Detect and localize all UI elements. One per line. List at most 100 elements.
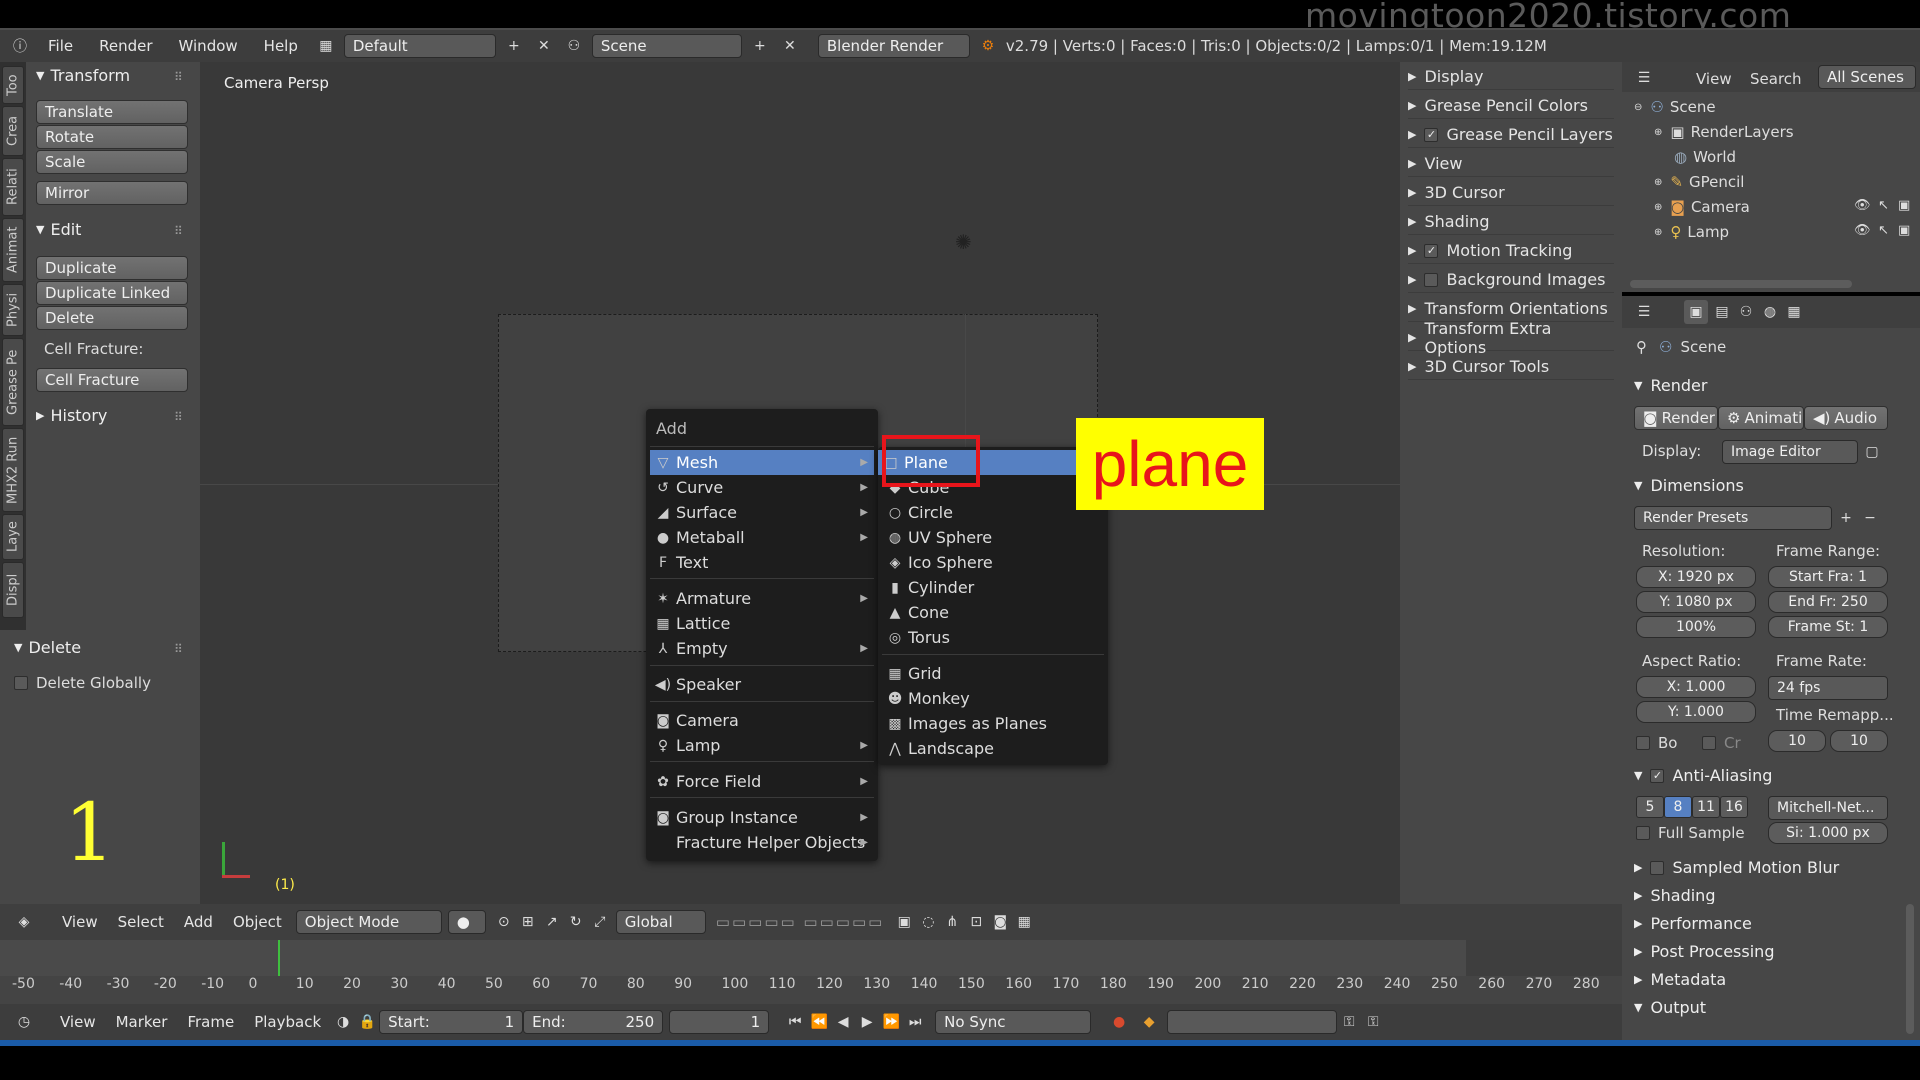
menu-help[interactable]: Help [254,37,308,55]
frame-step-field[interactable]: Frame St: 1 [1768,616,1888,638]
tab-layers[interactable]: Laye [2,514,24,560]
mesh-item-circle[interactable]: ○ Circle [882,500,1104,525]
transform-header[interactable]: ▼ Transform [36,66,130,85]
shading-header[interactable]: ▶ Shading [1634,886,1715,905]
layers-tab-icon[interactable]: ▤ [1710,300,1734,324]
preview-range-icon[interactable]: ◑ [331,1010,355,1034]
menu-item-force-field[interactable]: ✿ Force Field ▶ [650,769,874,794]
jump-keyframe-forward-icon[interactable]: ⏩ [879,1010,903,1034]
viewport-menu-add[interactable]: Add [174,913,223,931]
mesh-item-images-as-planes[interactable]: ▩ Images as Planes [882,711,1104,736]
tab-relations[interactable]: Relati [2,158,24,216]
pivot-icon[interactable]: ⊙ [492,910,516,934]
menu-render[interactable]: Render [89,37,162,55]
frame-rate-select[interactable]: 24 fps [1768,676,1888,700]
end-frame-field[interactable]: End Fr: 250 [1768,591,1888,613]
aa-sample-5[interactable]: 5 [1636,796,1664,818]
menu-item-lamp[interactable]: ♀ Lamp ▶ [650,733,874,758]
menu-item-speaker[interactable]: ◀) Speaker [650,672,874,697]
render-preview-icon[interactable]: ◙ [988,910,1012,934]
snap-target-icon[interactable]: ⊡ [964,910,988,934]
camera-visibility-eye-icon[interactable]: 👁 [1854,198,1871,213]
outliner-display-select[interactable]: All Scenes [1818,65,1916,89]
menu-window[interactable]: Window [169,37,248,55]
viewport-menu-object[interactable]: Object [223,913,292,931]
start-frame-field[interactable]: Start Fra: 1 [1768,566,1888,588]
border-checkbox[interactable]: Bo [1636,734,1677,752]
mesh-item-grid[interactable]: ▦ Grid [882,661,1104,686]
mesh-item-ico-sphere[interactable]: ◈ Ico Sphere [882,550,1104,575]
edit-header[interactable]: ▼ Edit [36,220,81,239]
audio-button[interactable]: ◀) Audio [1804,406,1888,430]
delete-operator-header[interactable]: ▼ Delete [14,638,81,657]
layout-icon[interactable]: ▦ [314,34,338,58]
panel-grease-pencil-colors[interactable]: ▶ Grease Pencil Colors [1408,93,1614,119]
render-tab-icon[interactable]: ▣ [1684,300,1708,324]
animation-button[interactable]: ⚙ Animati [1718,406,1804,430]
timeline-menu-view[interactable]: View [50,1013,106,1031]
outliner-item-scene[interactable]: ⊖ ⚇ Scene [1634,98,1716,116]
panel-transform-extra-options[interactable]: ▶ Transform Extra Options [1408,319,1614,357]
interaction-mode-select[interactable]: Object Mode [295,910,442,934]
aa-sample-8[interactable]: 8 [1664,796,1692,818]
layout-select[interactable]: Default [343,34,496,58]
anti-aliasing-header[interactable]: ▼ ✓ Anti-Aliasing [1634,766,1772,785]
remove-layout-icon[interactable]: ✕ [532,34,556,58]
mesh-item-cylinder[interactable]: ▮ Cylinder [882,575,1104,600]
properties-editor-icon[interactable]: ☰ [1632,300,1656,324]
keying-set-icon[interactable]: ◆ [1137,1010,1161,1034]
outliner-item-world[interactable]: ◍ World [1674,148,1736,166]
timeline-editor-icon[interactable]: ◷ [12,1010,36,1034]
panel-3d-cursor[interactable]: ▶ 3D Cursor [1408,180,1614,206]
playhead[interactable] [278,940,280,976]
scale-button[interactable]: Scale [36,150,188,174]
outliner-item-lamp[interactable]: ⊕ ♀ Lamp [1654,223,1729,241]
crop-checkbox[interactable]: Cr [1702,734,1741,752]
object-tab-icon[interactable]: ▦ [1782,300,1806,324]
menu-item-metaball[interactable]: ● Metaball ▶ [650,525,874,550]
tab-display[interactable]: Displ [2,562,24,618]
shading-mode-icon[interactable]: ● [447,910,486,934]
cell-fracture-button[interactable]: Cell Fracture [36,368,188,392]
mesh-item-monkey[interactable]: ☻ Monkey [882,686,1104,711]
timeline[interactable] [0,940,1622,1004]
proportional-edit-icon[interactable]: ◌ [916,910,940,934]
add-layout-icon[interactable]: + [502,34,526,58]
mesh-item-landscape[interactable]: ⋀ Landscape [882,736,1104,761]
timeline-menu-frame[interactable]: Frame [177,1013,244,1031]
panel-3d-cursor-tools[interactable]: ▶ 3D Cursor Tools [1408,354,1614,380]
outliner-item-renderlayers[interactable]: ⊕ ▣ RenderLayers [1654,123,1794,141]
render-button[interactable]: ◙ Render [1634,406,1718,430]
end-frame-input[interactable]: End: 250 [523,1010,664,1034]
filter-size-field[interactable]: Si: 1.000 px [1768,822,1888,844]
remove-preset-icon[interactable]: − [1858,506,1882,530]
lamp-render-icon[interactable]: ▣ [1898,223,1910,238]
menu-item-armature[interactable]: ✶ Armature ▶ [650,586,874,611]
menu-item-group-instance[interactable]: ◙ Group Instance ▶ [650,805,874,830]
viewport-editor-icon[interactable]: ◈ [12,910,36,934]
aspect-x-field[interactable]: X: 1.000 [1636,676,1756,698]
scale-manipulator-icon[interactable]: ⤢ [588,910,612,934]
aa-sample-11[interactable]: 11 [1692,796,1720,818]
viewport-menu-view[interactable]: View [52,913,108,931]
tab-mhx2[interactable]: MHX2 Run [2,428,24,512]
editor-type-icon[interactable]: ⓘ [8,34,32,58]
mirror-button[interactable]: Mirror [36,181,188,205]
scene-select[interactable]: Scene [591,34,742,58]
delete-globally-checkbox[interactable]: Delete Globally [14,674,151,692]
metadata-header[interactable]: ▶ Metadata [1634,970,1726,989]
display-select[interactable]: Image Editor [1722,440,1858,464]
timeline-menu-playback[interactable]: Playback [244,1013,331,1031]
resolution-y-field[interactable]: Y: 1080 px [1636,591,1756,613]
delete-button[interactable]: Delete [36,306,188,330]
layer-buttons[interactable]: ▭▭▭▭▭ ▭▭▭▭▭ [716,913,885,931]
translate-button[interactable]: Translate [36,100,188,124]
resolution-x-field[interactable]: X: 1920 px [1636,566,1756,588]
add-scene-icon[interactable]: + [748,34,772,58]
scene-icon[interactable]: ⚇ [562,34,586,58]
render-presets-select[interactable]: Render Presets [1634,506,1832,530]
resolution-percent-field[interactable]: 100% [1636,616,1756,638]
outliner-view-menu[interactable]: View [1696,70,1732,88]
play-reverse-icon[interactable]: ◀ [831,1010,855,1034]
jump-start-icon[interactable]: ⏮ [783,1010,807,1034]
